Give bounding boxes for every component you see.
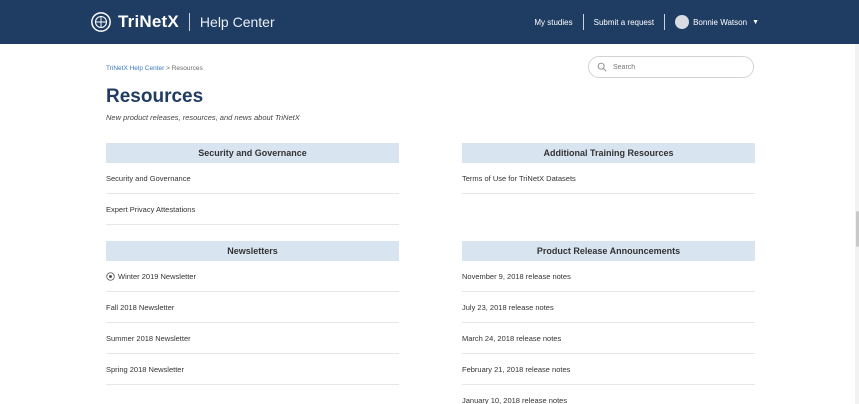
- list-item[interactable]: Security and Governance: [106, 163, 399, 194]
- search-icon: [597, 62, 607, 72]
- avatar: [675, 15, 690, 29]
- section-training-resources: Additional Training Resources Terms of U…: [462, 143, 755, 194]
- article-link[interactable]: February 21, 2018 release notes: [462, 354, 570, 385]
- article-link[interactable]: Spring 2018 Newsletter: [106, 354, 184, 385]
- search-input[interactable]: [611, 62, 745, 72]
- brand[interactable]: TriNetX Help Center: [90, 0, 275, 44]
- brand-divider: [188, 13, 190, 31]
- my-studies-link[interactable]: My studies: [534, 18, 572, 27]
- section-product-releases: Product Release Announcements November 9…: [462, 241, 755, 404]
- page-title: Resources: [106, 86, 204, 107]
- list-item[interactable]: Expert Privacy Attestations: [106, 194, 399, 225]
- section-newsletters: Newsletters Winter 2019 Newsletter Fall …: [106, 241, 399, 385]
- breadcrumb-current: Resources: [171, 65, 203, 72]
- section-heading[interactable]: Additional Training Resources: [462, 143, 755, 163]
- article-link[interactable]: November 9, 2018 release notes: [462, 261, 571, 292]
- breadcrumb: TriNetX Help Center > Resources: [106, 65, 203, 72]
- list-item[interactable]: Fall 2018 Newsletter: [106, 292, 399, 323]
- list-item[interactable]: February 21, 2018 release notes: [462, 354, 755, 385]
- user-menu[interactable]: Bonnie Watson ▼: [675, 15, 759, 29]
- radio-selected-icon: [106, 271, 115, 281]
- brand-name: TriNetX: [118, 12, 179, 31]
- breadcrumb-separator: >: [166, 65, 170, 72]
- header-nav: My studies Submit a request Bonnie Watso…: [534, 0, 759, 44]
- page-subtitle: New product releases, resources, and new…: [106, 113, 300, 122]
- list-item[interactable]: Spring 2018 Newsletter: [106, 354, 399, 385]
- section-heading[interactable]: Security and Governance: [106, 143, 399, 163]
- search-box[interactable]: [588, 56, 754, 78]
- section-security-governance: Security and Governance Security and Gov…: [106, 143, 399, 225]
- article-link[interactable]: Expert Privacy Attestations: [106, 194, 195, 225]
- page: TriNetX Help Center My studies Submit a …: [0, 0, 859, 404]
- article-link[interactable]: Terms of Use for TriNetX Datasets: [462, 163, 576, 194]
- section-heading[interactable]: Newsletters: [106, 241, 399, 261]
- top-bar: TriNetX Help Center My studies Submit a …: [0, 0, 859, 44]
- article-link[interactable]: Winter 2019 Newsletter: [118, 261, 196, 292]
- section-heading[interactable]: Product Release Announcements: [462, 241, 755, 261]
- trinetx-logo-icon: [91, 12, 111, 32]
- user-name: Bonnie Watson: [693, 17, 748, 27]
- list-item[interactable]: Terms of Use for TriNetX Datasets: [462, 163, 755, 194]
- article-link[interactable]: Fall 2018 Newsletter: [106, 292, 174, 323]
- chevron-down-icon: ▼: [752, 18, 759, 26]
- article-link[interactable]: January 10, 2018 release notes: [462, 385, 567, 404]
- article-link[interactable]: July 23, 2018 release notes: [462, 292, 554, 323]
- list-item[interactable]: November 9, 2018 release notes: [462, 261, 755, 292]
- nav-divider: [582, 14, 584, 30]
- list-item[interactable]: July 23, 2018 release notes: [462, 292, 755, 323]
- nav-divider: [664, 14, 666, 30]
- brand-subtitle: Help Center: [199, 14, 275, 30]
- list-item[interactable]: Winter 2019 Newsletter: [106, 261, 399, 292]
- article-link[interactable]: Security and Governance: [106, 163, 191, 194]
- submit-request-link[interactable]: Submit a request: [594, 18, 654, 27]
- article-link[interactable]: Summer 2018 Newsletter: [106, 323, 191, 354]
- list-item[interactable]: Summer 2018 Newsletter: [106, 323, 399, 354]
- list-item[interactable]: January 10, 2018 release notes: [462, 385, 755, 404]
- list-item[interactable]: March 24, 2018 release notes: [462, 323, 755, 354]
- breadcrumb-home-link[interactable]: TriNetX Help Center: [106, 65, 164, 72]
- article-link[interactable]: March 24, 2018 release notes: [462, 323, 561, 354]
